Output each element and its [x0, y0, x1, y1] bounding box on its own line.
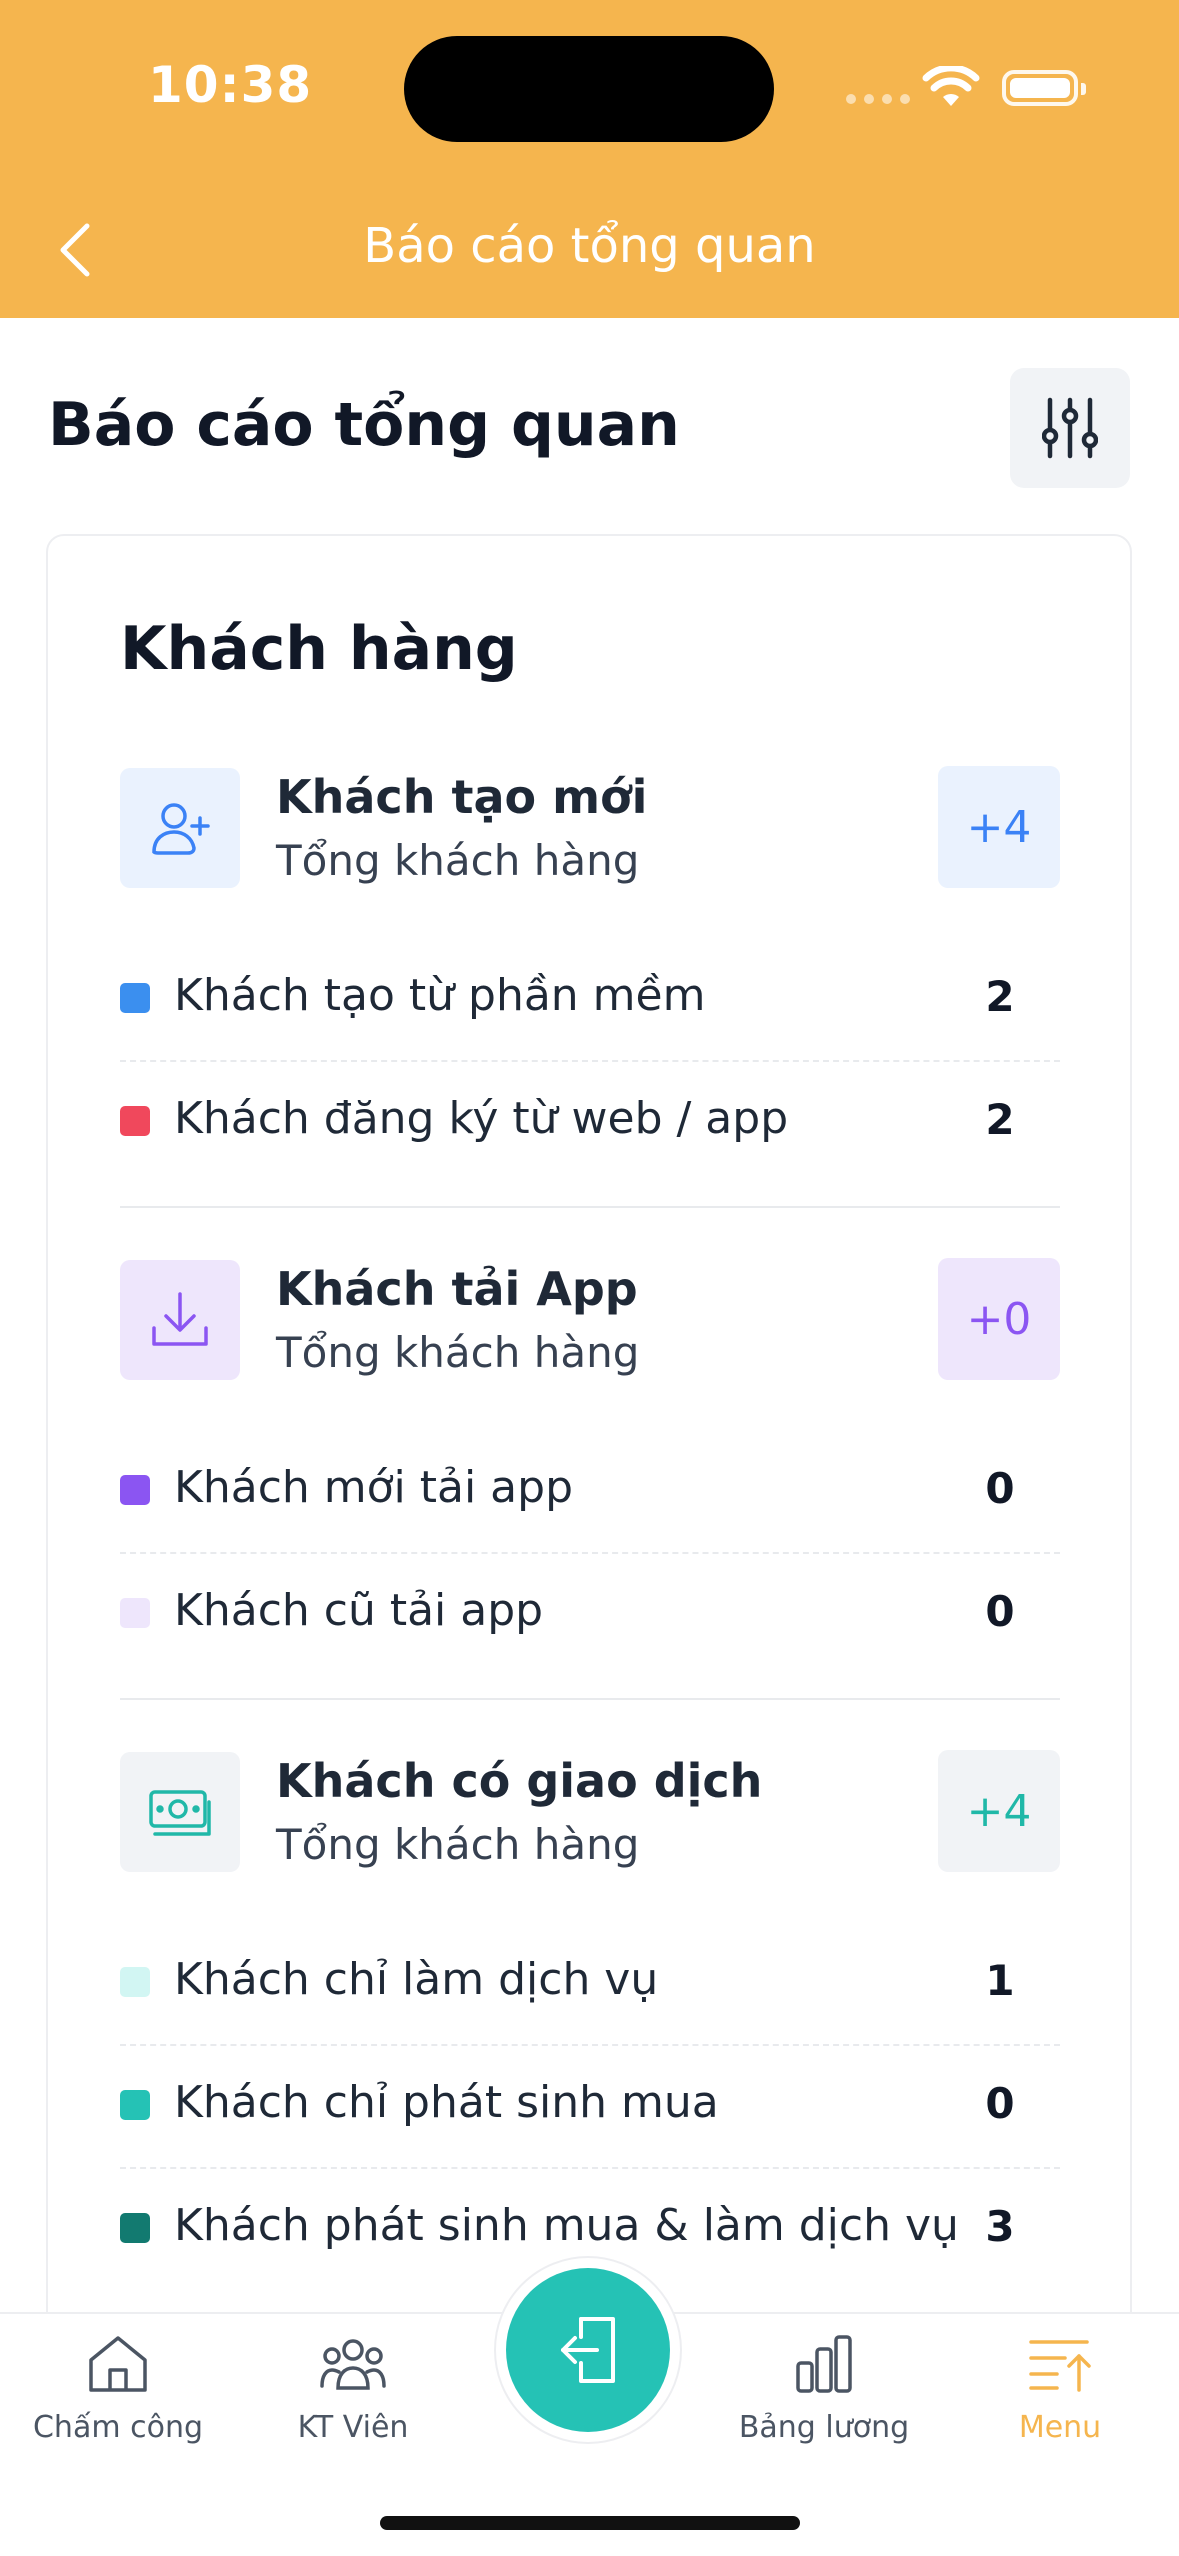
group-title: Khách tải App [276, 1262, 638, 1316]
legend-dot [120, 1598, 150, 1628]
legend-dot [120, 1967, 150, 1997]
row-value: 3 [985, 2202, 1015, 2251]
row-value: 1 [985, 1956, 1015, 2005]
legend-dot [120, 2213, 150, 2243]
money-icon [120, 1752, 240, 1872]
filter-button[interactable] [1010, 368, 1130, 488]
legend-dot [120, 2090, 150, 2120]
wifi-icon [922, 66, 980, 106]
tab-label: KT Viên [297, 2410, 409, 2445]
group-title: Khách tạo mới [276, 770, 648, 824]
row-divider [120, 2167, 1060, 2169]
user-plus-icon [120, 768, 240, 888]
tab-label: Bảng lương [738, 2410, 910, 2445]
row-value: 2 [985, 972, 1015, 1021]
page-title: Báo cáo tổng quan [48, 390, 680, 460]
row-label: Khách đăng ký từ web / app [174, 1093, 789, 1144]
group-badge: +4 [938, 1750, 1060, 1872]
tab-label: Chấm công [32, 2410, 203, 2445]
menu-sort-icon [1027, 2326, 1093, 2402]
row-value: 0 [985, 1587, 1015, 1636]
check-in-button[interactable] [506, 2268, 670, 2432]
cellular-signal-icon [846, 94, 910, 104]
bar-chart-icon [794, 2326, 854, 2402]
legend-dot [120, 1475, 150, 1505]
row-divider [120, 2044, 1060, 2046]
status-time: 10:38 [148, 56, 313, 114]
legend-dot [120, 983, 150, 1013]
row-label: Khách chỉ làm dịch vụ [174, 1954, 659, 2005]
tab-bang-luong[interactable]: Bảng lương [714, 2326, 934, 2476]
tab-label: Menu [1018, 2410, 1102, 2445]
legend-dot [120, 1106, 150, 1136]
section-divider [120, 1206, 1060, 1208]
row-divider [120, 1060, 1060, 1062]
tab-kt-vien[interactable]: KT Viên [243, 2326, 463, 2476]
row-label: Khách cũ tải app [174, 1585, 544, 1636]
row-label: Khách chỉ phát sinh mua [174, 2077, 719, 2128]
users-icon [318, 2326, 388, 2402]
group-subtitle: Tổng khách hàng [276, 1820, 640, 1869]
home-indicator [380, 2516, 800, 2530]
dynamic-island [404, 36, 774, 142]
group-badge: +0 [938, 1258, 1060, 1380]
row-label: Khách mới tải app [174, 1462, 574, 1513]
group-badge: +4 [938, 766, 1060, 888]
sliders-icon [1042, 397, 1098, 459]
tab-menu[interactable]: Menu [950, 2326, 1170, 2476]
group-subtitle: Tổng khách hàng [276, 1328, 640, 1377]
group-title: Khách có giao dịch [276, 1754, 763, 1808]
download-icon [120, 1260, 240, 1380]
battery-icon [1002, 70, 1086, 106]
row-value: 2 [985, 1095, 1015, 1144]
check-in-icon [561, 2317, 615, 2383]
row-label: Khách tạo từ phần mềm [174, 970, 706, 1021]
row-value: 0 [985, 2079, 1015, 2128]
card-title: Khách hàng [120, 614, 518, 684]
row-value: 0 [985, 1464, 1015, 1513]
section-divider [120, 1698, 1060, 1700]
tab-cham-cong[interactable]: Chấm công [8, 2326, 228, 2476]
row-divider [120, 1552, 1060, 1554]
nav-title: Báo cáo tổng quan [363, 218, 816, 274]
group-subtitle: Tổng khách hàng [276, 836, 640, 885]
row-label: Khách phát sinh mua & làm dịch vụ [174, 2200, 959, 2251]
home-icon [85, 2326, 151, 2402]
